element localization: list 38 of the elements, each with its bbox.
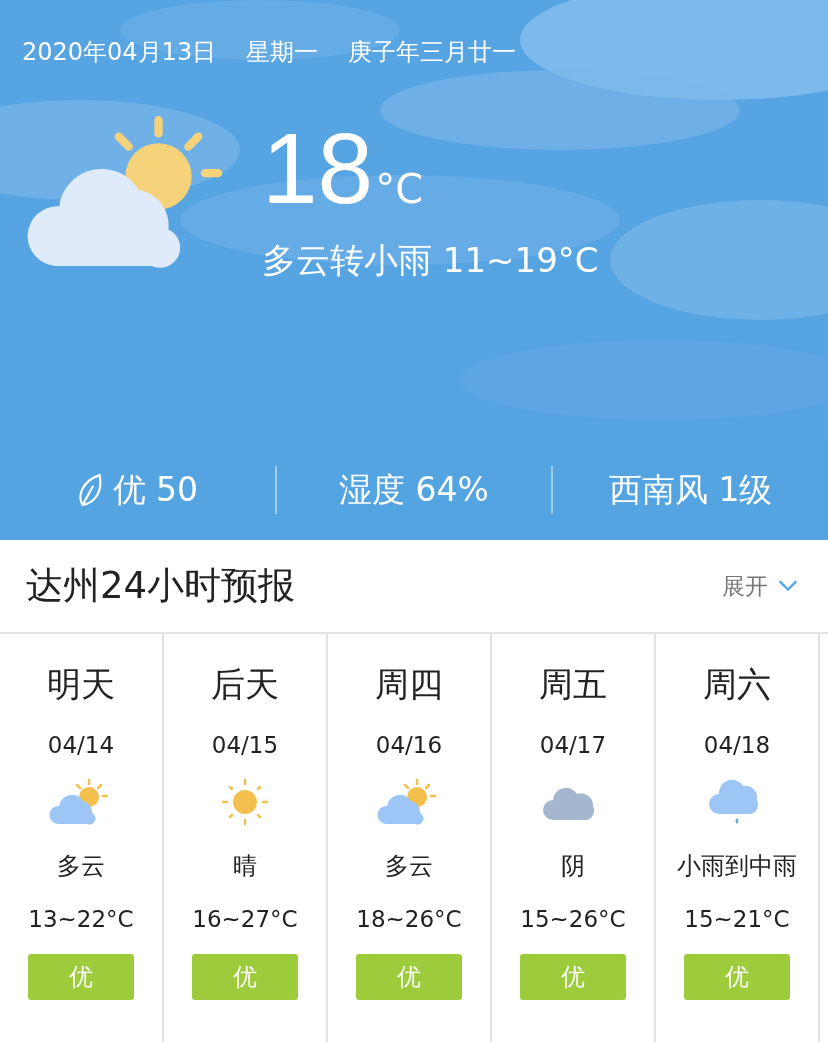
day-date: 04/17	[539, 732, 607, 758]
weather-condition: 阴	[561, 851, 585, 882]
temperature-range: 16~27°C	[192, 906, 298, 932]
day-date: 04/15	[211, 732, 279, 758]
day-name: 明天	[47, 663, 115, 706]
day-name: 周五	[539, 663, 607, 706]
temperature-unit: °C	[375, 166, 424, 212]
day-date: 04/18	[703, 732, 771, 758]
weather-condition: 多云	[57, 851, 105, 882]
air-quality-badge: 优	[684, 954, 790, 1000]
section-title: 达州24小时预报	[26, 563, 296, 609]
lunar-date-text: 庚子年三月廿一	[348, 37, 517, 68]
air-quality-badge: 优	[28, 954, 134, 1000]
day-date: 04/14	[47, 732, 115, 758]
weather-condition: 晴	[233, 851, 257, 882]
temperature-range: 13~22°C	[28, 906, 134, 932]
temperature-range: 18~26°C	[356, 906, 462, 932]
day-name: 周六	[703, 663, 771, 706]
date-text: 2020年04月13日	[22, 37, 217, 68]
day-date: 04/16	[375, 732, 443, 758]
stat-text: 优 50	[112, 468, 199, 511]
air-quality-badge: 优	[356, 954, 462, 1000]
air-quality-badge: 优	[520, 954, 626, 1000]
weather-condition: 小雨到中雨	[677, 851, 797, 882]
stat-text: 湿度 64%	[339, 468, 489, 511]
day-name: 周四	[375, 663, 443, 706]
chevron-icon	[778, 580, 798, 592]
expand-button[interactable]: 展开	[722, 570, 798, 602]
weekday-text: 星期一	[246, 37, 319, 68]
weather-summary: 多云转小雨 11~19°C	[262, 239, 599, 282]
temperature-range: 15~26°C	[520, 906, 626, 932]
leaf-icon	[76, 473, 103, 507]
air-quality-badge: 优	[192, 954, 298, 1000]
stat-text: 西南风 1级	[608, 468, 773, 511]
weather-condition: 多云	[385, 851, 433, 882]
day-name: 后天	[211, 663, 279, 706]
temperature-range: 15~21°C	[684, 906, 790, 932]
temperature: 18	[262, 118, 374, 218]
